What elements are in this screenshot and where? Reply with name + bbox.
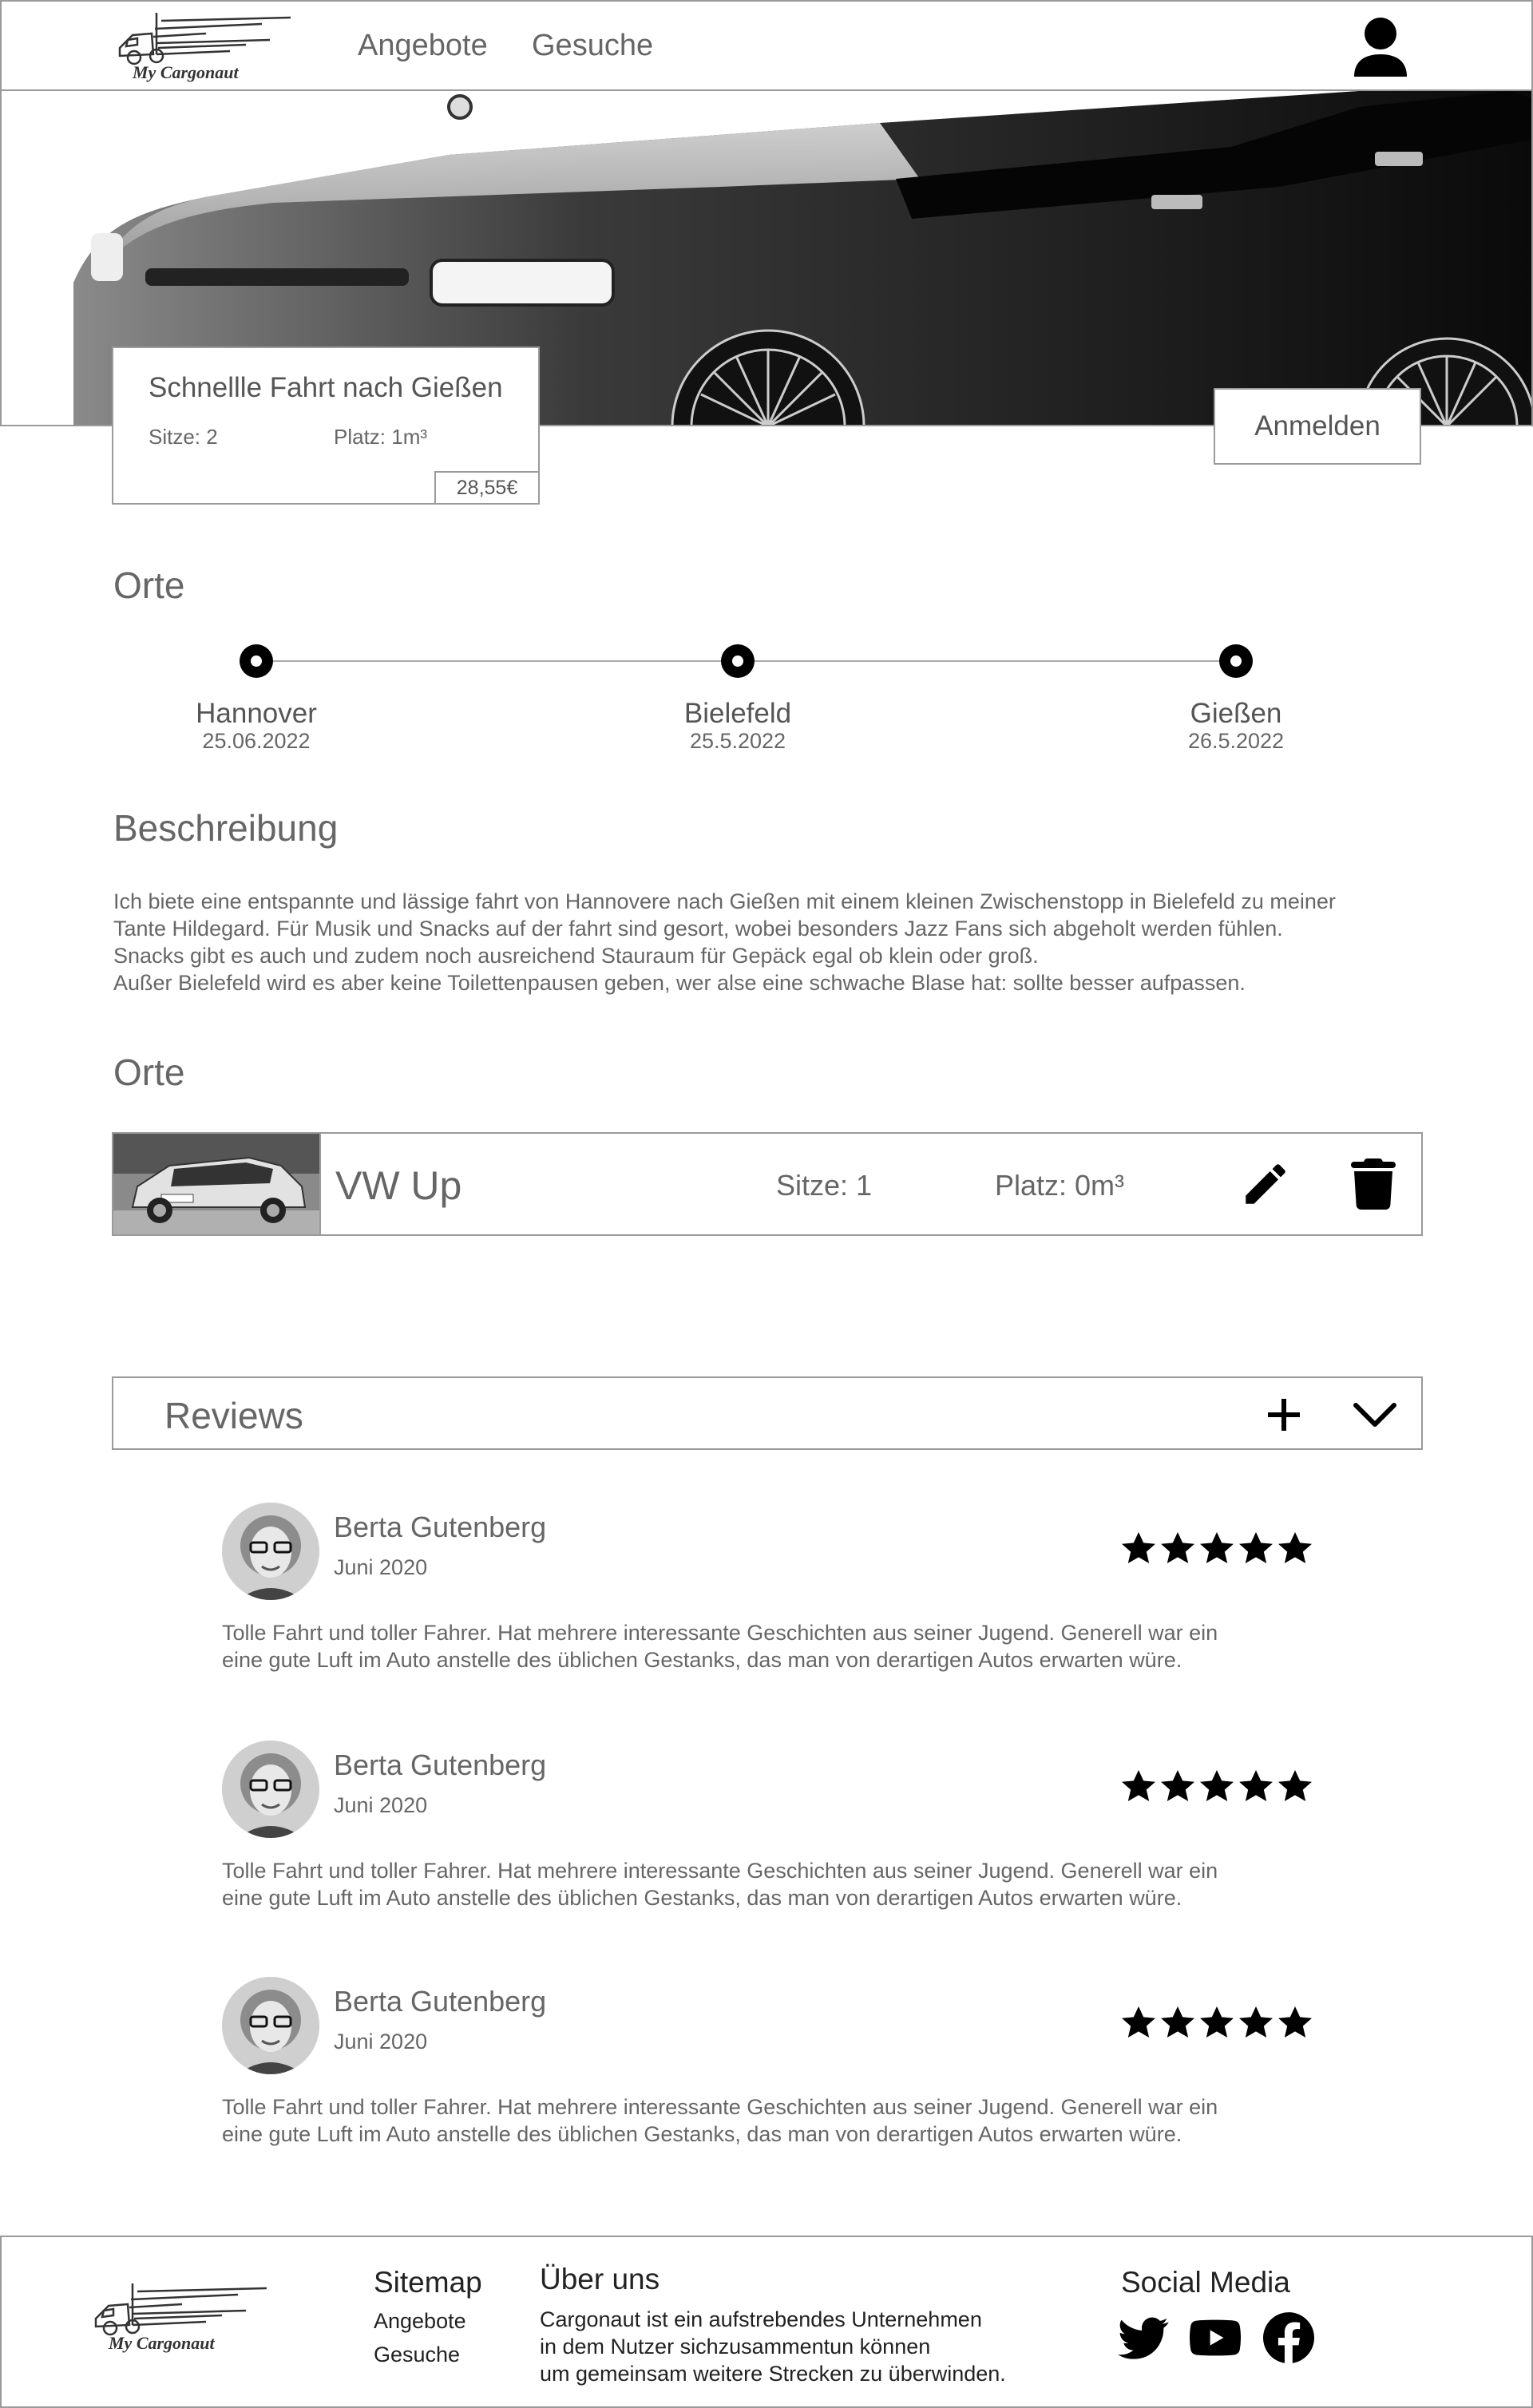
review-text-line: eine gute Luft im Auto anstelle des übli… (222, 1886, 1182, 1910)
offer-title: Schnellle Fahrt nach Gießen (149, 372, 503, 403)
about-line: um gemeinsam weitere Strecken zu überwin… (540, 2362, 1006, 2386)
reviews-title: Reviews (164, 1395, 303, 1436)
reviewer-name: Berta Gutenberg (334, 1985, 547, 2018)
route-stop-marker-icon (240, 644, 273, 678)
offer-seats: Sitze: 2 (149, 425, 218, 449)
review-text: Tolle Fahrt und toller Fahrer. Hat mehre… (222, 1619, 1260, 1673)
user-account-icon[interactable] (1351, 16, 1410, 78)
logo-my-text: My Cargonaut (132, 62, 240, 82)
star-icon (1161, 1532, 1194, 1563)
review-text: Tolle Fahrt und toller Fahrer. Hat mehre… (222, 1857, 1260, 1911)
site-header: My Cargonaut Angebote Gesuche (0, 0, 1533, 91)
stop-date: 25.06.2022 (202, 729, 311, 753)
reviews-header[interactable]: Reviews (112, 1376, 1423, 1450)
star-icon (1239, 1770, 1273, 1801)
star-icon (1200, 1532, 1234, 1563)
description-line: Ich biete eine entspannte und lässige fa… (113, 889, 1336, 913)
description-text: Ich biete eine entspannte und lässige fa… (113, 888, 1455, 996)
review-text-line: eine gute Luft im Auto anstelle des übli… (222, 1648, 1182, 1672)
vehicle-row: VW Up Sitze: 1 Platz: 0m³ (112, 1132, 1423, 1236)
review-text: Tolle Fahrt und toller Fahrer. Hat mehre… (222, 2093, 1260, 2148)
star-icon (1122, 1770, 1155, 1801)
twitter-icon[interactable] (1118, 2312, 1169, 2363)
reviewer-avatar (222, 1741, 319, 1838)
review-date: Juni 2020 (334, 1793, 428, 1817)
route-stop-giessen: Gießen 26.5.2022 (1116, 644, 1356, 753)
description-line: Tante Hildegard. Für Musik und Snacks au… (113, 917, 1283, 941)
star-rating (1119, 1768, 1315, 1806)
star-icon (1161, 2006, 1194, 2038)
star-icon (1278, 2006, 1312, 2038)
chevron-down-icon[interactable] (1353, 1400, 1397, 1429)
add-review-plus-icon[interactable] (1265, 1396, 1303, 1434)
anmelden-button[interactable]: Anmelden (1214, 388, 1421, 465)
review-text-line: Tolle Fahrt und toller Fahrer. Hat mehre… (222, 1859, 1218, 1883)
reviewer-name: Berta Gutenberg (334, 1749, 547, 1781)
youtube-icon[interactable] (1189, 2312, 1242, 2363)
star-rating (1119, 1530, 1315, 1568)
stop-name: Hannover (196, 698, 317, 729)
route-heading: Orte (113, 564, 185, 606)
offer-card: Schnellle Fahrt nach Gießen Sitze: 2 Pla… (112, 347, 540, 505)
stop-date: 26.5.2022 (1187, 729, 1285, 753)
edit-pencil-icon[interactable] (1239, 1158, 1292, 1210)
reviewer-avatar (222, 1503, 319, 1600)
about-line: in dem Nutzer sichzusammentun können (540, 2335, 931, 2358)
star-rating (1119, 2004, 1315, 2042)
route-stop-bielefeld: Bielefeld 25.5.2022 (618, 644, 858, 753)
site-footer: My Cargonaut Sitemap Angebote Gesuche Üb… (0, 2236, 1533, 2408)
about-text: Cargonaut ist ein aufstrebendes Unterneh… (540, 2306, 1067, 2387)
vehicle-heading: Orte (113, 1052, 185, 1093)
route-stop-hannover: Hannover 25.06.2022 (137, 644, 376, 753)
review-text-line: eine gute Luft im Auto anstelle des übli… (222, 2122, 1182, 2146)
star-icon (1122, 2006, 1155, 2038)
footer-cargonaut-logo[interactable]: My Cargonaut (86, 2277, 278, 2357)
star-icon (1278, 1532, 1312, 1563)
facebook-icon[interactable] (1263, 2312, 1315, 2363)
footer-logo-text: My Cargonaut (108, 2333, 216, 2353)
star-icon (1239, 1532, 1273, 1563)
review-item: Berta Gutenberg Juni 2020 Tolle Fahrt un… (222, 1741, 1340, 1940)
delete-trash-icon[interactable] (1351, 1158, 1396, 1210)
route-stop-marker-icon (1219, 644, 1253, 678)
description-line: Außer Bielefeld wird es aber keine Toile… (113, 971, 1246, 995)
description-line: Snacks gibt es auch und zudem noch ausre… (113, 944, 1039, 968)
review-item: Berta Gutenberg Juni 2020 Tolle Fahrt un… (222, 1503, 1340, 1702)
vehicle-photo (113, 1134, 321, 1234)
review-date: Juni 2020 (334, 1555, 428, 1579)
offer-space: Platz: 1m³ (334, 425, 428, 449)
star-icon (1239, 2006, 1273, 2038)
vehicle-space: Platz: 0m³ (995, 1169, 1125, 1202)
stop-date: 25.5.2022 (689, 729, 786, 753)
vehicle-name: VW Up (335, 1163, 462, 1208)
star-icon (1122, 1532, 1155, 1563)
star-icon (1278, 1770, 1312, 1801)
footer-link-gesuche[interactable]: Gesuche (374, 2343, 460, 2367)
review-text-line: Tolle Fahrt und toller Fahrer. Hat mehre… (222, 2095, 1218, 2119)
social-media-heading: Social Media (1121, 2266, 1290, 2299)
nav-gesuche[interactable]: Gesuche (532, 29, 653, 63)
vehicle-seats: Sitze: 1 (776, 1169, 873, 1202)
review-text-line: Tolle Fahrt und toller Fahrer. Hat mehre… (222, 1621, 1218, 1645)
route-stop-marker-icon (721, 644, 755, 678)
star-icon (1200, 2006, 1234, 2038)
nav-angebote[interactable]: Angebote (358, 29, 488, 63)
cargonaut-logo[interactable]: My Cargonaut (110, 6, 302, 86)
footer-link-angebote[interactable]: Angebote (374, 2309, 466, 2334)
reviewer-avatar (222, 1977, 319, 2074)
review-date: Juni 2020 (334, 2030, 428, 2054)
stop-name: Bielefeld (683, 698, 792, 729)
description-heading: Beschreibung (113, 807, 339, 849)
about-heading: Über uns (540, 2263, 660, 2295)
stop-name: Gießen (1190, 698, 1282, 729)
about-line: Cargonaut ist ein aufstrebendes Unterneh… (540, 2307, 982, 2331)
star-icon (1200, 1770, 1234, 1801)
sitemap-heading: Sitemap (374, 2266, 482, 2299)
review-item: Berta Gutenberg Juni 2020 Tolle Fahrt un… (222, 1977, 1340, 2176)
offer-price: 28,55€ (434, 471, 540, 505)
star-icon (1161, 1770, 1194, 1801)
reviewer-name: Berta Gutenberg (334, 1511, 547, 1543)
